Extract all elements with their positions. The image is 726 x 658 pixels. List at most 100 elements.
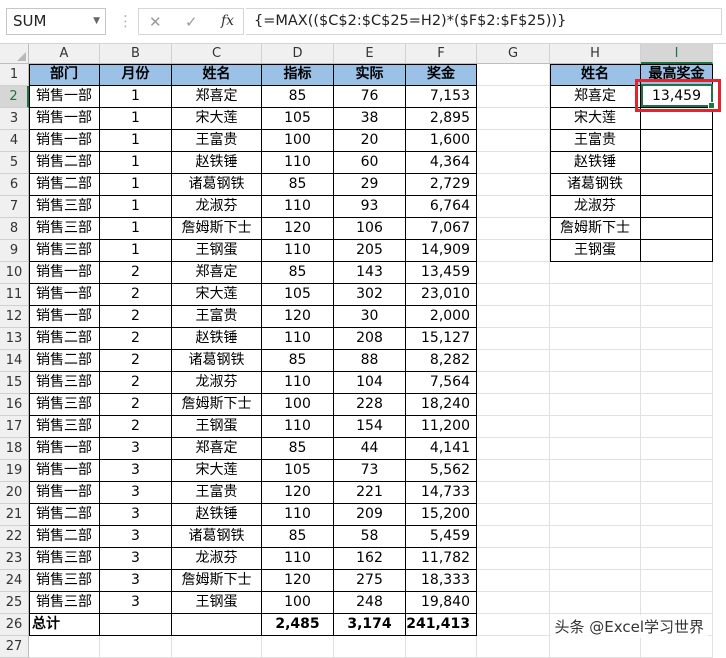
table-cell[interactable]: 2 xyxy=(100,394,172,416)
row-header-17[interactable]: 17 xyxy=(0,416,29,438)
grid-cell[interactable] xyxy=(550,416,641,438)
grid-cell[interactable] xyxy=(641,636,713,658)
lookup-bonus-cell[interactable] xyxy=(641,196,713,218)
row-header-16[interactable]: 16 xyxy=(0,394,29,416)
table-cell[interactable]: 1 xyxy=(100,196,172,218)
table-cell[interactable]: 302 xyxy=(334,284,406,306)
table-cell[interactable]: 106 xyxy=(334,218,406,240)
row-header-21[interactable]: 21 xyxy=(0,504,29,526)
grid-cell[interactable] xyxy=(477,570,550,592)
grid-cell[interactable] xyxy=(550,548,641,570)
grid-cell[interactable] xyxy=(477,108,550,130)
grid-cell[interactable] xyxy=(641,460,713,482)
table-cell[interactable]: 14,909 xyxy=(406,240,477,262)
table-cell[interactable]: 郑喜定 xyxy=(172,438,262,460)
grid-cell[interactable] xyxy=(477,592,550,614)
row-header-27[interactable]: 27 xyxy=(0,636,29,658)
table-cell[interactable]: 110 xyxy=(262,504,334,526)
table-cell[interactable]: 2,729 xyxy=(406,174,477,196)
insert-function-icon[interactable]: fx xyxy=(221,13,234,29)
row-header-23[interactable]: 23 xyxy=(0,548,29,570)
table-cell[interactable]: 93 xyxy=(334,196,406,218)
grid-cell[interactable] xyxy=(477,548,550,570)
table-cell[interactable]: 120 xyxy=(262,306,334,328)
table-cell[interactable]: 王钢蛋 xyxy=(172,240,262,262)
table-cell[interactable]: 85 xyxy=(262,262,334,284)
row-header-19[interactable]: 19 xyxy=(0,460,29,482)
table-cell[interactable]: 7,153 xyxy=(406,86,477,108)
enter-icon[interactable]: ✓ xyxy=(185,13,198,31)
table-cell[interactable]: 王钢蛋 xyxy=(172,416,262,438)
table-cell[interactable]: 2,895 xyxy=(406,108,477,130)
row-header-24[interactable]: 24 xyxy=(0,570,29,592)
grid-cell[interactable] xyxy=(550,636,641,658)
lookup-bonus-cell[interactable] xyxy=(641,174,713,196)
table-cell[interactable]: 3 xyxy=(100,592,172,614)
table-cell[interactable]: 销售三部 xyxy=(29,372,100,394)
column-header-h[interactable]: H xyxy=(550,44,641,64)
table-cell[interactable]: 王钢蛋 xyxy=(172,592,262,614)
grid-cell[interactable] xyxy=(477,526,550,548)
table-cell[interactable]: 120 xyxy=(262,218,334,240)
row-header-2[interactable]: 2 xyxy=(0,86,29,108)
table-cell[interactable]: 宋大莲 xyxy=(172,460,262,482)
table-cell[interactable]: 诸葛钢铁 xyxy=(172,174,262,196)
row-header-3[interactable]: 3 xyxy=(0,108,29,130)
table-cell[interactable]: 100 xyxy=(262,130,334,152)
table-cell[interactable]: 销售一部 xyxy=(29,460,100,482)
table-cell[interactable]: 120 xyxy=(262,570,334,592)
table-header-cell[interactable]: 实际 xyxy=(334,64,406,86)
table-cell[interactable]: 王富贵 xyxy=(172,130,262,152)
table-cell[interactable]: 销售一部 xyxy=(29,86,100,108)
table-cell[interactable]: 销售一部 xyxy=(29,284,100,306)
table-cell[interactable]: 龙淑芬 xyxy=(172,196,262,218)
grid-cell[interactable] xyxy=(641,548,713,570)
table-cell[interactable]: 110 xyxy=(262,240,334,262)
table-cell[interactable]: 销售三部 xyxy=(29,218,100,240)
table-cell[interactable]: 1,600 xyxy=(406,130,477,152)
table-cell[interactable]: 23,010 xyxy=(406,284,477,306)
grid-cell[interactable] xyxy=(641,372,713,394)
table-cell[interactable]: 85 xyxy=(262,174,334,196)
table-cell[interactable]: 6,764 xyxy=(406,196,477,218)
table-cell[interactable]: 销售三部 xyxy=(29,240,100,262)
grid-cell[interactable] xyxy=(477,284,550,306)
table-cell[interactable]: 3 xyxy=(100,526,172,548)
grid-cell[interactable] xyxy=(477,504,550,526)
lookup-bonus-cell[interactable] xyxy=(641,130,713,152)
row-header-9[interactable]: 9 xyxy=(0,240,29,262)
table-cell[interactable]: 208 xyxy=(334,328,406,350)
grid-cell[interactable] xyxy=(477,130,550,152)
grid-cell[interactable] xyxy=(550,372,641,394)
grid-cell[interactable] xyxy=(641,262,713,284)
table-cell[interactable]: 11,200 xyxy=(406,416,477,438)
column-header-c[interactable]: C xyxy=(172,44,262,64)
table-cell[interactable]: 100 xyxy=(262,394,334,416)
table-cell[interactable]: 44 xyxy=(334,438,406,460)
table-cell[interactable]: 宋大莲 xyxy=(172,284,262,306)
table-cell[interactable]: 销售一部 xyxy=(29,306,100,328)
lookup-name-cell[interactable]: 王钢蛋 xyxy=(550,240,641,262)
table-cell[interactable]: 205 xyxy=(334,240,406,262)
grid-cell[interactable] xyxy=(550,284,641,306)
grid-cell[interactable] xyxy=(477,240,550,262)
lookup-name-cell[interactable]: 詹姆斯下士 xyxy=(550,218,641,240)
table-cell[interactable]: 赵铁锤 xyxy=(172,504,262,526)
drag-handle-icon[interactable]: ⋮ xyxy=(118,10,134,32)
grid-cell[interactable] xyxy=(641,416,713,438)
column-header-e[interactable]: E xyxy=(334,44,406,64)
table-cell[interactable]: 110 xyxy=(262,196,334,218)
lookup-bonus-cell[interactable] xyxy=(641,240,713,262)
grid-cell[interactable] xyxy=(641,284,713,306)
total-cell[interactable]: 总计 xyxy=(29,614,100,636)
column-header-d[interactable]: D xyxy=(262,44,334,64)
table-cell[interactable]: 销售三部 xyxy=(29,416,100,438)
table-cell[interactable]: 105 xyxy=(262,284,334,306)
row-header-5[interactable]: 5 xyxy=(0,152,29,174)
grid-cell[interactable] xyxy=(334,636,406,658)
table-cell[interactable]: 7,067 xyxy=(406,218,477,240)
lookup-bonus-cell[interactable] xyxy=(641,218,713,240)
total-cell[interactable]: 3,174 xyxy=(334,614,406,636)
table-cell[interactable]: 销售二部 xyxy=(29,328,100,350)
table-cell[interactable]: 龙淑芬 xyxy=(172,548,262,570)
